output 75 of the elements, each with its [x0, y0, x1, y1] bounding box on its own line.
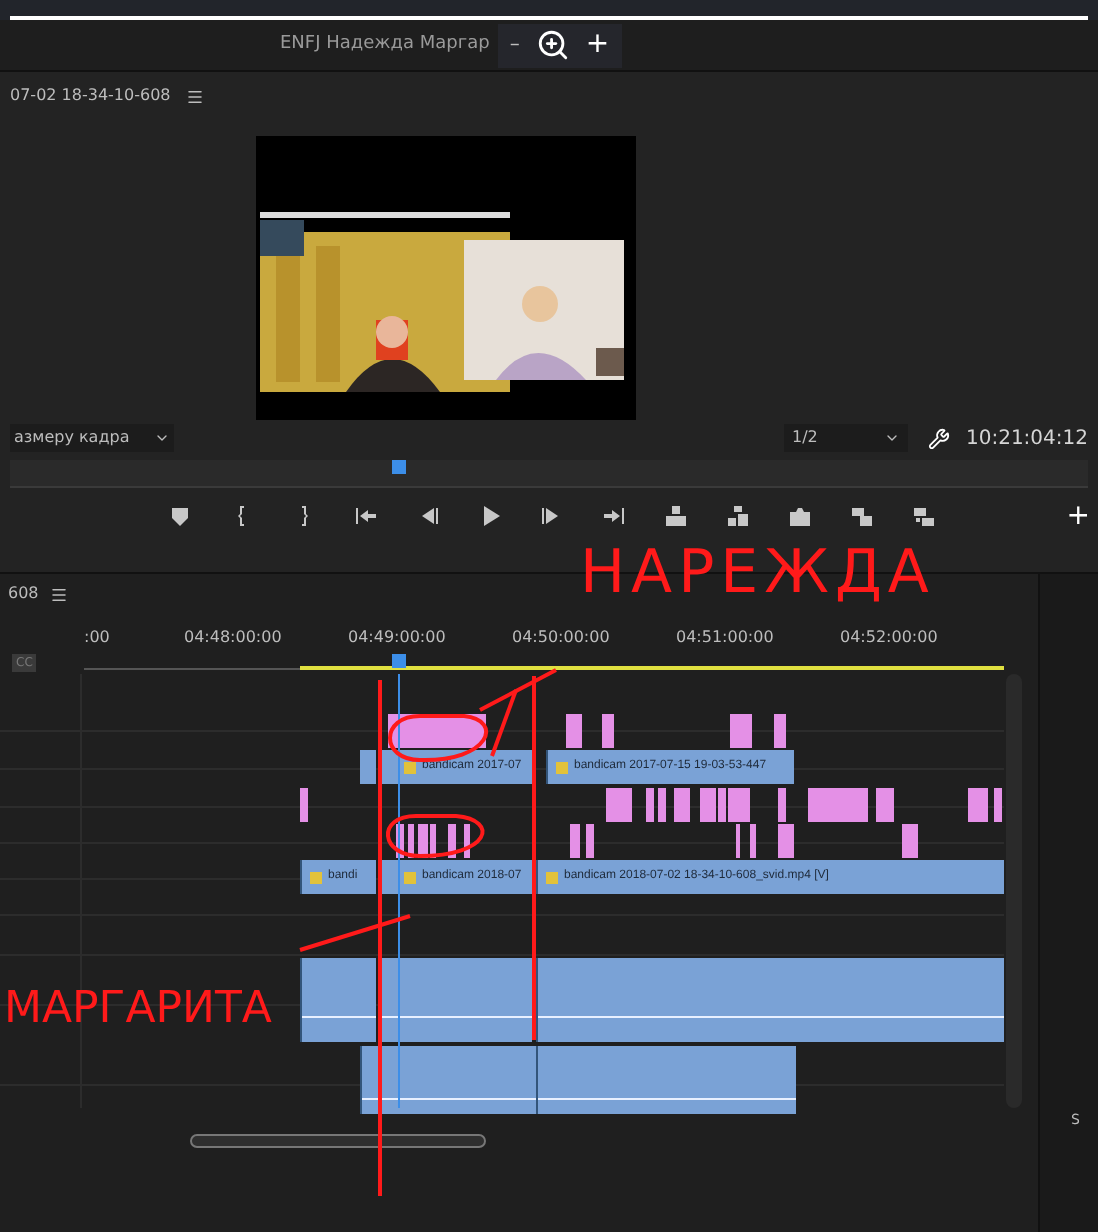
- fx-badge: [404, 761, 416, 773]
- go-to-out-icon[interactable]: [602, 504, 626, 528]
- fit-select[interactable]: азмеру кадра: [10, 424, 174, 452]
- video-clip[interactable]: [674, 788, 690, 822]
- playhead-handle[interactable]: [392, 654, 406, 668]
- add-button[interactable]: +: [1066, 495, 1090, 537]
- video-clip[interactable]: [464, 824, 470, 858]
- video-clip[interactable]: [418, 824, 428, 858]
- extract-icon[interactable]: [726, 504, 750, 528]
- vertical-scrollbar[interactable]: [1006, 674, 1022, 1108]
- add-button[interactable]: +: [585, 24, 610, 66]
- video-clip[interactable]: [300, 788, 308, 822]
- ruler-label: 04:49:00:00: [348, 626, 446, 650]
- video-clip[interactable]: [646, 788, 654, 822]
- chevron-down-icon: [883, 430, 900, 446]
- video-clip[interactable]: [876, 788, 894, 822]
- zoom-out-button[interactable]: –: [509, 30, 520, 60]
- play-icon[interactable]: [478, 504, 502, 528]
- video-clip[interactable]: [430, 824, 436, 858]
- menu-icon[interactable]: [50, 585, 69, 603]
- video-clip[interactable]: [566, 714, 582, 748]
- video-clip[interactable]: [730, 714, 752, 748]
- video-clip[interactable]: [750, 824, 756, 858]
- annotation-text: МАРГАРИТА: [4, 988, 272, 1032]
- timeline-sequence-name[interactable]: 608: [8, 582, 39, 606]
- video-clip[interactable]: [606, 788, 632, 822]
- playhead-handle[interactable]: [392, 460, 406, 474]
- settings-icon[interactable]: [927, 427, 950, 449]
- video-clip[interactable]: [602, 714, 614, 748]
- audio-clip[interactable]: [360, 1046, 378, 1114]
- menu-icon[interactable]: [186, 87, 205, 105]
- zoom-in-icon[interactable]: [535, 28, 570, 62]
- video-clip[interactable]: [778, 788, 786, 822]
- ruler-label: 04:52:00:00: [840, 626, 938, 650]
- fx-badge: [546, 871, 558, 883]
- audio-clip[interactable]: [300, 958, 376, 1042]
- sequence-tab-title[interactable]: ENFJ Надежда Маргар: [280, 31, 490, 59]
- video-clip[interactable]: [360, 750, 376, 784]
- go-to-in-icon[interactable]: [354, 504, 378, 528]
- video-clip[interactable]: [586, 824, 594, 858]
- resolution-select[interactable]: 1/2: [783, 424, 908, 452]
- chevron-down-icon: [154, 430, 170, 446]
- ruler-label: 04:48:00:00: [184, 626, 282, 650]
- video-clip[interactable]: [658, 788, 666, 822]
- marker-icon[interactable]: [168, 504, 192, 528]
- camera-icon[interactable]: [788, 504, 812, 528]
- video-clip[interactable]: [968, 788, 988, 822]
- audio-clip[interactable]: [536, 958, 1004, 1042]
- audio-clip[interactable]: [536, 1046, 796, 1114]
- fx-badge: [404, 871, 416, 883]
- insert-icon[interactable]: [912, 504, 936, 528]
- annotation-text: НАРЕЖДА: [580, 544, 935, 604]
- ruler-label: 04:50:00:00: [512, 626, 610, 650]
- program-sequence-name: 07-02 18-34-10-608: [10, 84, 171, 108]
- fx-badge: [310, 871, 322, 883]
- video-clip[interactable]: [778, 824, 794, 858]
- video-clip[interactable]: [408, 824, 414, 858]
- overwrite-icon[interactable]: [850, 504, 874, 528]
- video-clip[interactable]: [808, 788, 868, 822]
- video-clip[interactable]: [994, 788, 1002, 822]
- fx-badge: [556, 761, 568, 773]
- video-clip[interactable]: [700, 788, 716, 822]
- video-clip[interactable]: [718, 788, 726, 822]
- video-clip[interactable]: [728, 788, 750, 822]
- timecode: 10:21:04:12: [965, 425, 1088, 453]
- video-clip[interactable]: [902, 824, 918, 858]
- lift-icon[interactable]: [664, 504, 688, 528]
- audio-clip[interactable]: [378, 958, 532, 1042]
- video-clip[interactable]: [448, 824, 456, 858]
- ruler-label: 04:51:00:00: [676, 626, 774, 650]
- video-clip[interactable]: [774, 714, 786, 748]
- video-clip[interactable]: [570, 824, 580, 858]
- ruler-label: :00: [84, 626, 110, 650]
- horizontal-scrollbar[interactable]: [190, 1134, 486, 1148]
- audio-clip[interactable]: [378, 1046, 536, 1114]
